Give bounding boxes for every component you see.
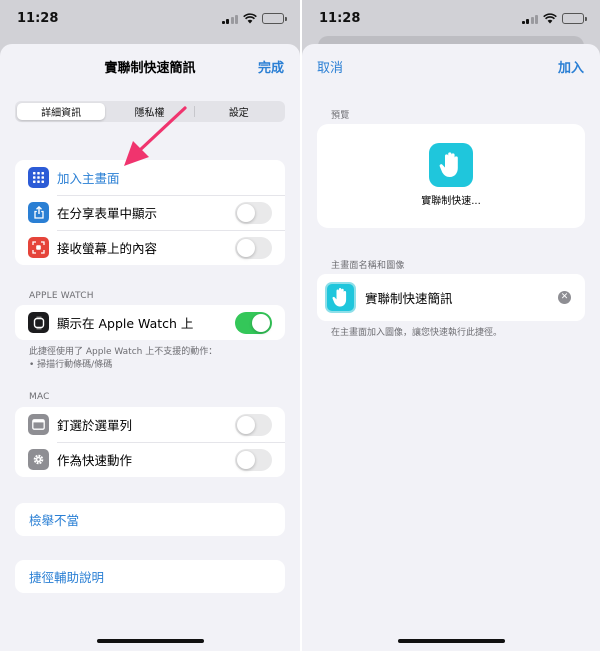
home-indicator xyxy=(398,639,505,643)
apple-watch-footnote-line: • 掃描行動條碼/條碼 xyxy=(29,360,113,370)
show-in-share-sheet-toggle[interactable] xyxy=(235,201,272,224)
show-on-apple-watch-toggle[interactable] xyxy=(235,311,272,334)
add-button[interactable]: 加入 xyxy=(558,57,584,76)
show-in-share-sheet-row: 在分享表單中顯示 xyxy=(15,195,285,230)
gear-icon xyxy=(28,449,49,470)
cellular-signal-icon xyxy=(521,14,538,24)
hand-icon[interactable] xyxy=(325,282,356,313)
use-as-quick-action-toggle[interactable] xyxy=(235,448,272,471)
mac-group: 釘選於選單列 作為快速動作 xyxy=(15,407,285,477)
status-time: 11:28 xyxy=(319,11,361,26)
shortcuts-help-button[interactable]: 捷徑輔助說明 xyxy=(15,560,285,593)
home-screen-footnote: 在主畫面加入圖像，讓您快速執行此捷徑。 xyxy=(331,328,503,338)
use-as-quick-action-label: 作為快速動作 xyxy=(57,453,133,468)
show-on-apple-watch-label: 顯示在 Apple Watch 上 xyxy=(57,316,194,331)
share-icon xyxy=(28,202,49,223)
show-in-share-sheet-label: 在分享表單中顯示 xyxy=(57,206,158,221)
cancel-button[interactable]: 取消 xyxy=(317,57,343,76)
mac-section-header: MAC xyxy=(29,392,50,402)
preview-card: 實聯制快速... xyxy=(317,124,585,228)
screen-capture-icon xyxy=(28,237,49,258)
use-as-quick-action-row: 作為快速動作 xyxy=(15,442,285,477)
apple-watch-footnote: 此捷徑使用了 Apple Watch 上不支援的動作： • 掃描行動條碼/條碼 xyxy=(29,346,280,372)
status-icons xyxy=(521,13,587,24)
preview-section-header: 預覽 xyxy=(331,111,350,121)
report-inappropriate-button[interactable]: 檢舉不當 xyxy=(15,503,285,536)
apple-watch-group: 顯示在 Apple Watch 上 xyxy=(15,305,285,340)
add-to-home-screen-sheet: 取消 加入 預覽 實聯制快速... 主畫面名稱和圖像 實聯制快速簡訊 ✕ 在主畫… xyxy=(302,44,600,651)
annotation-arrow xyxy=(124,106,187,166)
receive-screen-content-row: 接收螢幕上的內容 xyxy=(15,230,285,265)
receive-screen-content-toggle[interactable] xyxy=(235,236,272,259)
home-screen-name-section-header: 主畫面名稱和圖像 xyxy=(331,261,405,271)
apple-watch-icon xyxy=(28,312,49,333)
wifi-icon xyxy=(543,13,557,24)
pin-in-menu-bar-row: 釘選於選單列 xyxy=(15,407,285,442)
pin-in-menu-bar-label: 釘選於選單列 xyxy=(57,418,133,433)
status-bar: 11:28 xyxy=(302,0,600,40)
receive-screen-content-label: 接收螢幕上的內容 xyxy=(57,241,158,256)
show-on-apple-watch-row: 顯示在 Apple Watch 上 xyxy=(15,305,285,340)
apple-watch-footnote-line: 此捷徑使用了 Apple Watch 上不支援的動作： xyxy=(29,347,218,357)
preview-name: 實聯制快速... xyxy=(421,196,481,207)
right-screen: 11:28 取消 加入 預覽 實聯制快速... 主畫面名稱和圖像 實聯制快速簡訊… xyxy=(300,0,600,651)
battery-icon xyxy=(562,13,587,24)
home-screen-name-row: 實聯制快速簡訊 ✕ xyxy=(317,274,585,321)
apple-watch-section-header: APPLE WATCH xyxy=(29,291,94,301)
menu-bar-icon xyxy=(28,414,49,435)
left-screen: 11:28 實聯制快速簡訊 完成 詳細資訊 隱私權 設定 加入主畫面 在分享表單… xyxy=(0,0,300,651)
pin-in-menu-bar-toggle[interactable] xyxy=(235,413,272,436)
home-indicator xyxy=(97,639,204,643)
hand-icon xyxy=(429,143,473,187)
clear-text-icon[interactable]: ✕ xyxy=(558,291,571,304)
home-screen-name-input[interactable]: 實聯制快速簡訊 xyxy=(365,288,558,307)
